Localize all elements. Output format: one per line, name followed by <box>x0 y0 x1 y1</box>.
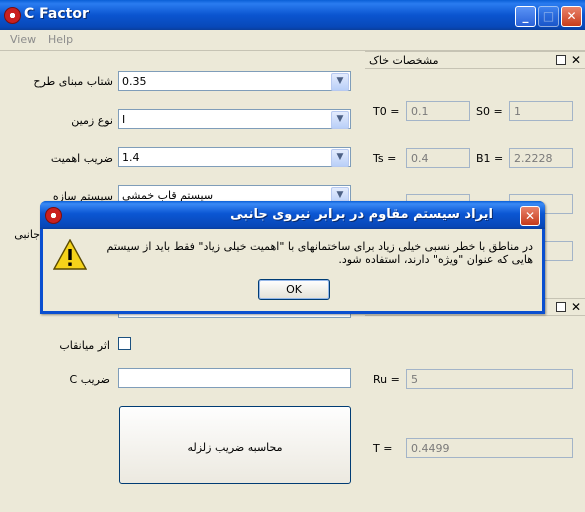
importance-label: ضریب اهمیت <box>50 152 113 165</box>
close-button[interactable]: ✕ <box>561 6 582 27</box>
acceleration-value: 0.35 <box>122 75 147 88</box>
soil-type-combo[interactable]: I ▼ <box>118 109 351 129</box>
chevron-down-icon[interactable]: ▼ <box>331 111 349 129</box>
minimize-button[interactable]: _ <box>515 6 536 27</box>
calculate-button-label: محاسبه ضریب زلزله <box>187 441 283 454</box>
menu-view[interactable]: View <box>10 33 36 46</box>
soil-panel-header: مشخصات خاک ✕ <box>365 51 585 69</box>
dialog-body: در مناطق با خطر نسبی خیلی زیاد برای ساخت… <box>43 229 542 311</box>
t-field: 0.4499 <box>406 438 573 458</box>
warning-dialog: ایراد سیستم مقاوم در برابر نیروی جانبی ✕… <box>40 201 545 314</box>
menu-bar: View Help <box>0 30 585 50</box>
b1-field: 2.2228 <box>509 148 573 168</box>
dialog-message-line2: هایی که عنوان "ویژه" دارند، استفاده شود. <box>338 253 533 266</box>
app-logo-icon <box>4 7 21 24</box>
maximize-button[interactable]: □ <box>538 6 559 27</box>
s0-label: S0 = <box>476 105 503 118</box>
importance-value: 1.4 <box>122 151 140 164</box>
lateral-label: جانبی <box>14 228 40 241</box>
ts-field: 0.4 <box>406 148 470 168</box>
close-icon[interactable]: ✕ <box>571 54 581 66</box>
dialog-titlebar[interactable]: ایراد سیستم مقاوم در برابر نیروی جانبی ✕ <box>40 201 545 229</box>
soil-panel-title: مشخصات خاک <box>369 54 439 67</box>
s0-field: 1 <box>509 101 573 121</box>
acceleration-label: شتاب مبنای طرح <box>33 75 113 88</box>
window-titlebar[interactable]: C Factor _ □ ✕ <box>0 0 585 30</box>
acceleration-combo[interactable]: 0.35 ▼ <box>118 71 351 91</box>
soil-type-label: نوع زمین <box>71 114 113 127</box>
t0-field: 0.1 <box>406 101 470 121</box>
damper-label: اثر میانقاب <box>59 339 110 352</box>
chevron-down-icon[interactable]: ▼ <box>331 149 349 167</box>
ru-label: Ru = <box>373 373 400 386</box>
dialog-close-button[interactable]: ✕ <box>520 206 540 226</box>
dialog-title: ایراد سیستم مقاوم در برابر نیروی جانبی <box>230 207 493 222</box>
c-label: ضریب C <box>69 373 110 386</box>
window-title: C Factor <box>24 6 89 22</box>
menu-help[interactable]: Help <box>48 33 73 46</box>
pin-icon[interactable] <box>556 55 566 65</box>
dialog-message-line1: در مناطق با خطر نسبی خیلی زیاد برای ساخت… <box>106 240 533 253</box>
ts-label: Ts = <box>373 152 397 165</box>
calculate-button[interactable]: محاسبه ضریب زلزله <box>119 406 351 484</box>
importance-combo[interactable]: 1.4 ▼ <box>118 147 351 167</box>
warning-icon <box>53 239 87 270</box>
app-logo-icon <box>45 207 62 224</box>
chevron-down-icon[interactable]: ▼ <box>331 73 349 91</box>
b1-label: B1 = <box>476 152 504 165</box>
soil-type-value: I <box>122 113 126 126</box>
t-label: T = <box>373 442 393 455</box>
ru-field: 5 <box>406 369 573 389</box>
t0-label: T0 = <box>373 105 400 118</box>
close-icon[interactable]: ✕ <box>571 301 581 313</box>
pin-icon[interactable] <box>556 302 566 312</box>
damper-checkbox[interactable] <box>118 337 131 350</box>
ok-button[interactable]: OK <box>258 279 330 300</box>
c-factor-input[interactable] <box>118 368 351 388</box>
